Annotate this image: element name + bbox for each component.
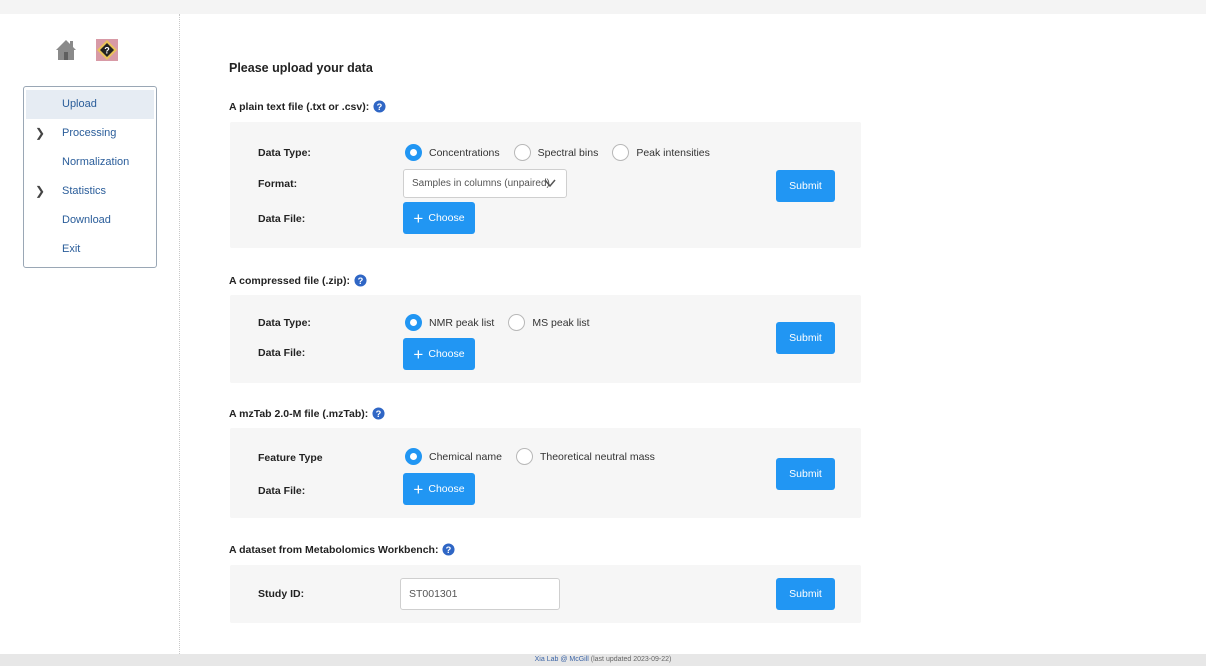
info-icon[interactable]: ? <box>373 100 386 113</box>
data-file-label: Data File: <box>258 347 306 359</box>
panel-workbench: Study ID: ST001301 Submit <box>230 565 861 623</box>
submit-button[interactable]: Submit <box>776 578 835 610</box>
radio-circle[interactable] <box>515 448 533 465</box>
radio-nmr-peak-list[interactable]: NMR peak list <box>405 314 494 331</box>
sidebar-item-normalization[interactable]: Normalization <box>26 148 154 177</box>
plus-icon: + <box>413 479 424 499</box>
radio-peak-intensities[interactable]: Peak intensities <box>612 144 710 161</box>
sidebar-item-label: Upload <box>62 98 97 110</box>
info-icon[interactable]: ? <box>354 274 367 287</box>
radio-circle[interactable] <box>405 448 422 465</box>
radio-chemical-name[interactable]: Chemical name <box>405 448 502 465</box>
sidebar-item-processing[interactable]: ❯ Processing <box>26 119 154 148</box>
submit-button[interactable]: Submit <box>776 458 835 490</box>
sidebar-item-label: Normalization <box>62 156 130 168</box>
feature-type-label: Feature Type <box>258 452 323 464</box>
format-label: Format: <box>258 178 298 190</box>
info-icon[interactable]: ? <box>372 407 385 420</box>
sidebar-item-exit[interactable]: Exit <box>26 235 154 264</box>
data-type-radio-group: NMR peak list MS peak list <box>405 314 604 331</box>
radio-circle[interactable] <box>405 144 422 161</box>
help-icon[interactable]: ? <box>96 39 118 61</box>
panel-zip: Data Type: NMR peak list MS peak list Da… <box>230 295 861 383</box>
chevron-down-icon <box>544 179 556 188</box>
format-select[interactable]: Samples in columns (unpaired) <box>403 169 567 198</box>
feature-type-radio-group: Chemical name Theoretical neutral mass <box>405 448 669 465</box>
page-title: Please upload your data <box>229 61 373 75</box>
svg-text:?: ? <box>104 46 110 56</box>
sidebar-item-upload[interactable]: Upload <box>26 90 154 119</box>
data-type-label: Data Type: <box>258 317 311 329</box>
info-icon[interactable]: ? <box>442 543 455 556</box>
svg-text:?: ? <box>376 409 382 419</box>
choose-file-button[interactable]: + Choose <box>403 473 475 505</box>
panel-plain-text: Data Type: Concentrations Spectral bins … <box>230 122 861 248</box>
radio-theoretical-neutral-mass[interactable]: Theoretical neutral mass <box>515 448 655 465</box>
chevron-right-icon[interactable]: ❯ <box>35 119 45 148</box>
sidebar-item-label: Download <box>62 214 111 226</box>
radio-concentrations[interactable]: Concentrations <box>405 144 500 161</box>
footer-updated-text: (last updated 2023-09-22) <box>590 656 672 663</box>
svg-text:?: ? <box>377 102 383 112</box>
sidebar-menu: Upload ❯ Processing Normalization ❯ Stat… <box>23 86 157 268</box>
sidebar-item-label: Statistics <box>62 185 107 197</box>
chevron-right-icon[interactable]: ❯ <box>35 177 45 206</box>
radio-circle[interactable] <box>612 144 630 161</box>
data-type-radio-group: Concentrations Spectral bins Peak intens… <box>405 144 724 161</box>
radio-circle[interactable] <box>405 314 422 331</box>
panel-mztab: Feature Type Chemical name Theoretical n… <box>230 428 861 518</box>
sidebar-item-label: Processing <box>62 127 117 139</box>
svg-text:?: ? <box>358 276 364 286</box>
section-title-mztab: A mzTab 2.0-M file (.mzTab): ? <box>229 407 385 420</box>
sidebar-item-download[interactable]: Download <box>26 206 154 235</box>
sidebar-top-icons: ? <box>54 38 118 62</box>
top-bar <box>0 0 1206 14</box>
choose-file-button[interactable]: + Choose <box>403 202 475 234</box>
footer-link[interactable]: Xia Lab @ McGill <box>535 656 589 663</box>
radio-circle[interactable] <box>508 314 526 331</box>
sidebar: ? Upload ❯ Processing Normalization ❯ St… <box>0 14 180 654</box>
sidebar-item-statistics[interactable]: ❯ Statistics <box>26 177 154 206</box>
plus-icon: + <box>413 344 424 364</box>
plus-icon: + <box>413 208 424 228</box>
data-type-label: Data Type: <box>258 147 311 159</box>
study-id-label: Study ID: <box>258 588 305 600</box>
section-title-workbench: A dataset from Metabolomics Workbench: ? <box>229 543 455 556</box>
section-title-zip: A compressed file (.zip): ? <box>229 274 367 287</box>
sidebar-item-label: Exit <box>62 243 81 255</box>
svg-text:?: ? <box>446 545 452 555</box>
radio-circle[interactable] <box>513 144 531 161</box>
home-icon[interactable] <box>54 38 78 62</box>
choose-file-button[interactable]: + Choose <box>403 338 475 370</box>
submit-button[interactable]: Submit <box>776 170 835 202</box>
data-file-label: Data File: <box>258 485 306 497</box>
footer: Xia Lab @ McGill (last updated 2023-09-2… <box>0 654 1206 666</box>
section-title-plain-text: A plain text file (.txt or .csv): ? <box>229 100 386 113</box>
data-file-label: Data File: <box>258 213 306 225</box>
submit-button[interactable]: Submit <box>776 322 835 354</box>
radio-spectral-bins[interactable]: Spectral bins <box>513 144 598 161</box>
radio-ms-peak-list[interactable]: MS peak list <box>508 314 590 331</box>
study-id-input[interactable]: ST001301 <box>400 578 560 610</box>
